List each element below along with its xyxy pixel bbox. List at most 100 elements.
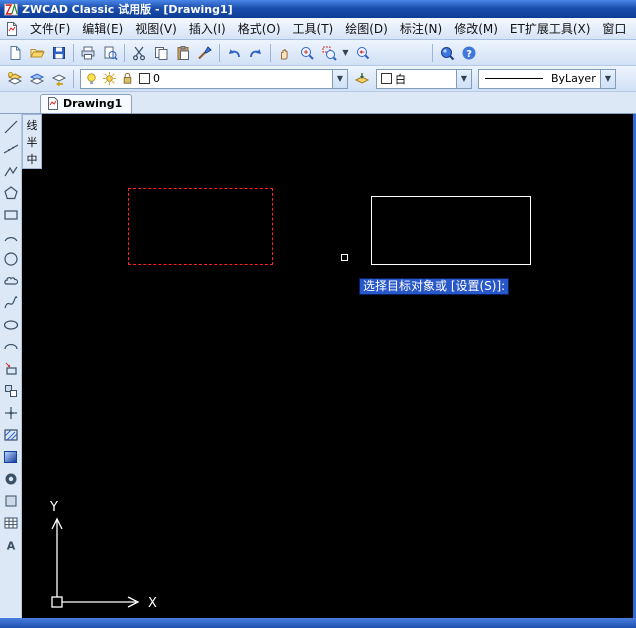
undo-button[interactable] [223,42,245,64]
menu-modify[interactable]: 修改(M) [448,18,504,39]
point-tool[interactable] [1,403,21,423]
layer-previous-button[interactable] [48,68,70,90]
match-properties-icon [198,45,212,59]
ellipse-tool[interactable] [1,315,21,335]
match-properties-button[interactable] [194,42,216,64]
find-icon [441,46,455,60]
command-prompt-tooltip: 选择目标对象或 [设置(S)]: [359,278,510,295]
layer-combo-caret[interactable]: ▼ [332,69,347,88]
menu-tools[interactable]: 工具(T) [287,18,340,39]
menu-dimension[interactable]: 标注(N) [394,18,448,39]
arc-tool[interactable] [1,227,21,247]
line-tool[interactable] [1,117,21,137]
window-title: ZWCAD Classic 试用版 - [Drawing1] [22,3,233,16]
target-rectangle[interactable] [371,196,531,265]
selected-rectangle[interactable] [128,188,273,265]
construction-line-tool[interactable] [1,139,21,159]
floating-toolbar: 线 半 中 [22,114,42,169]
toolbar-separator [73,69,74,88]
color-combo-caret[interactable]: ▼ [456,69,471,88]
layer-color-swatch [139,73,150,84]
table-tool[interactable] [1,513,21,533]
menu-view[interactable]: 视图(V) [129,18,183,39]
linetype-combo[interactable]: ByLayer ▼ [478,68,616,89]
zoom-realtime-button[interactable] [296,42,318,64]
rectangle-tool[interactable] [1,205,21,225]
circle-tool[interactable] [1,249,21,269]
copy-icon [155,46,168,60]
zoom-flyout-caret[interactable]: ▼ [340,42,351,64]
drawing-canvas[interactable]: 线 半 中 选择目标对象或 [设置(S)]: Y X [22,114,633,618]
layer-states-icon [29,72,45,85]
open-button[interactable] [26,42,48,64]
menu-insert[interactable]: 插入(I) [183,18,232,39]
zoom-previous-icon [357,46,370,59]
insert-block-tool[interactable] [1,359,21,379]
zoom-previous-button[interactable] [351,42,373,64]
cut-icon [132,46,146,60]
pan-button[interactable] [274,42,296,64]
ellipse-arc-tool[interactable] [1,337,21,357]
layer-combo[interactable]: 0 ▼ [80,68,348,89]
layer-previous-icon [51,73,67,86]
copy-button[interactable] [150,42,172,64]
find-button[interactable] [436,42,458,64]
help-icon: ? [462,46,476,60]
linetype-sample [485,78,543,79]
title-bar[interactable]: ZWCAD Classic 试用版 - [Drawing1] [0,0,636,18]
ucs-icon: Y X [49,500,157,611]
zoom-window-icon [322,46,337,61]
layer-properties-icon [7,71,23,85]
help-button[interactable]: ? [458,42,480,64]
current-color-swatch [381,73,392,84]
zoom-window-button[interactable] [318,42,340,64]
make-block-tool[interactable] [1,381,21,401]
region-tool[interactable] [1,491,21,511]
layer-properties-button[interactable] [4,68,26,90]
print-preview-button[interactable] [99,42,121,64]
redo-button[interactable] [245,42,267,64]
spline-tool[interactable] [1,293,21,313]
menu-draw[interactable]: 绘图(D) [339,18,394,39]
new-button[interactable] [4,42,26,64]
window-bottom-edge [0,618,636,628]
zwcad-window: ZWCAD Classic 试用版 - [Drawing1] 文件(F) 编辑(… [0,0,636,628]
redo-icon [250,48,261,57]
standard-toolbar: ▼ ? [0,40,636,66]
bulb-icon [87,73,96,85]
menu-format[interactable]: 格式(O) [232,18,287,39]
color-combo[interactable]: 白 ▼ [376,68,472,89]
linetype-value: ByLayer [551,72,596,85]
draw-toolbar: A [0,114,22,618]
toolbar-separator [432,43,433,62]
linetype-combo-caret[interactable]: ▼ [600,69,615,88]
tab-drawing1[interactable]: Drawing1 [40,94,133,113]
menu-window[interactable]: 窗口 [596,18,632,39]
menu-edit[interactable]: 编辑(E) [76,18,129,39]
gradient-icon [4,451,17,463]
menu-file[interactable]: 文件(F) [24,18,76,39]
floating-button-1[interactable]: 线 [23,116,41,133]
paste-button[interactable] [172,42,194,64]
plot-button[interactable] [77,42,99,64]
ucs-y-label: Y [49,500,58,515]
polygon-tool[interactable] [1,183,21,203]
gradient-tool[interactable] [1,447,21,467]
save-button[interactable] [48,42,70,64]
zoom-realtime-icon [301,46,314,60]
multiline-text-tool[interactable]: A [1,535,21,555]
floating-button-3[interactable]: 中 [23,150,41,167]
polyline-tool[interactable] [1,161,21,181]
make-object-layer-current-button[interactable] [351,68,373,90]
svg-text:?: ? [466,49,472,60]
toolbar-separator [219,43,220,62]
revision-cloud-tool[interactable] [1,271,21,291]
menu-bar: 文件(F) 编辑(E) 视图(V) 插入(I) 格式(O) 工具(T) 绘图(D… [0,18,636,40]
floating-button-2[interactable]: 半 [23,133,41,150]
hatch-tool[interactable] [1,425,21,445]
donut-tool[interactable] [1,469,21,489]
menu-et-tools[interactable]: ET扩展工具(X) [504,18,597,39]
cut-button[interactable] [128,42,150,64]
pan-icon [281,48,288,59]
layer-states-button[interactable] [26,68,48,90]
